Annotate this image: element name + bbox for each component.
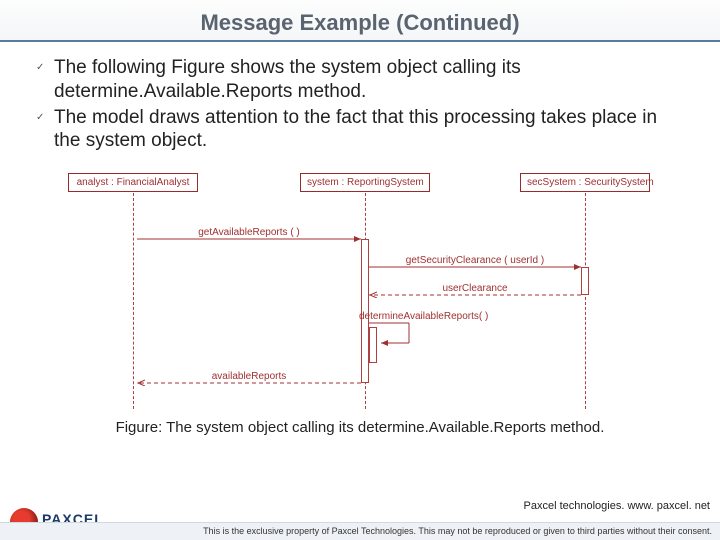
sequence-diagram: analyst : FinancialAnalyst system : Repor… [45, 167, 675, 417]
footer-disclaimer: This is the exclusive property of Paxcel… [0, 522, 720, 540]
lifeline [585, 193, 586, 409]
activation-bar [369, 327, 377, 363]
participant-box: system : ReportingSystem [300, 173, 430, 192]
body-text: ✓ The following Figure shows the system … [0, 42, 720, 159]
activation-bar [581, 267, 589, 295]
participant-box: analyst : FinancialAnalyst [68, 173, 198, 192]
figure-caption: Figure: The system object calling its de… [0, 419, 720, 436]
message-label: userClearance [405, 283, 545, 294]
message-label: determineAvailableReports( ) [359, 311, 488, 322]
message-label: getSecurityClearance ( userId ) [405, 255, 545, 266]
participant-box: secSystem : SecuritySystem [520, 173, 650, 192]
bullet-item: ✓ The model draws attention to the fact … [36, 106, 684, 154]
slide-title: Message Example (Continued) [0, 0, 720, 42]
footer-attribution: Paxcel technologies. www. paxcel. net [524, 500, 711, 512]
lifeline [133, 193, 134, 409]
bullet-text: The following Figure shows the system ob… [54, 56, 684, 104]
message-label: getAvailableReports ( ) [179, 227, 319, 238]
footer: PAXCEL a Passion for Excellence Paxcel t… [0, 490, 720, 540]
bullet-text: The model draws attention to the fact th… [54, 106, 684, 154]
message-label: availableReports [179, 371, 319, 382]
check-icon: ✓ [36, 106, 54, 123]
bullet-item: ✓ The following Figure shows the system … [36, 56, 684, 104]
check-icon: ✓ [36, 56, 54, 73]
